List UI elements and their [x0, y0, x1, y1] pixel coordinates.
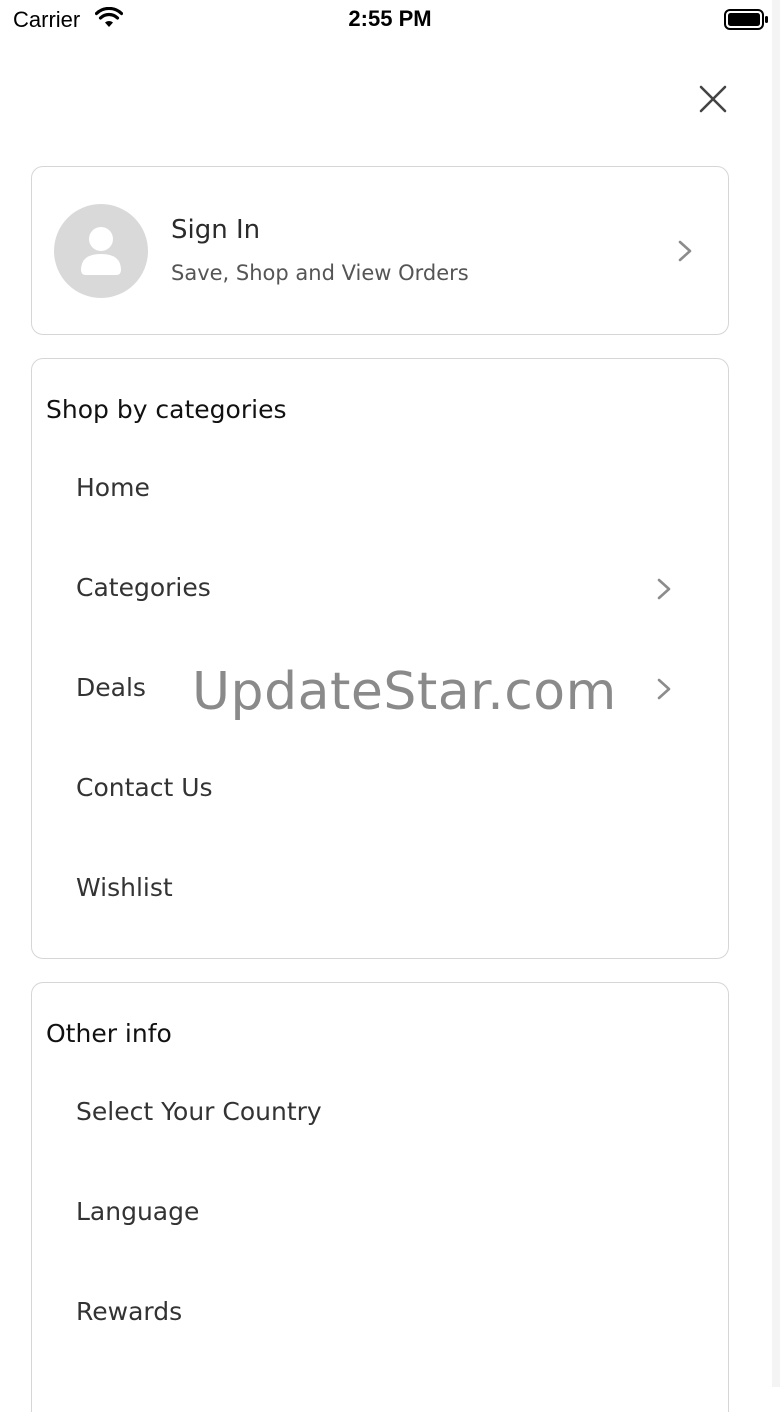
battery-icon — [724, 9, 770, 35]
menu-item-select-country[interactable]: Select Your Country — [32, 1083, 728, 1143]
menu-item-label: Select Your Country — [76, 1097, 322, 1126]
chevron-right-icon — [657, 578, 671, 600]
status-bar: Carrier 2:55 PM — [0, 0, 780, 40]
close-button[interactable] — [693, 79, 733, 119]
menu-item-label: Contact Us — [76, 773, 213, 802]
menu-item-home[interactable]: Home — [32, 459, 728, 519]
menu-item-label: Categories — [76, 573, 211, 602]
menu-item-language[interactable]: Language — [32, 1183, 728, 1243]
other-info-card: Other info Select Your Country Language … — [31, 982, 729, 1412]
menu-item-label: Deals — [76, 673, 146, 702]
watermark: UpdateStar.com — [192, 662, 617, 722]
chevron-right-icon — [678, 240, 692, 262]
menu-item-rewards[interactable]: Rewards — [32, 1283, 728, 1343]
menu-item-label: Language — [76, 1197, 200, 1226]
section-title-shop: Shop by categories — [46, 395, 287, 424]
status-time: 2:55 PM — [348, 6, 432, 31]
menu-item-label: Home — [76, 473, 150, 502]
section-title-other: Other info — [46, 1019, 172, 1048]
menu-item-contact-us[interactable]: Contact Us — [32, 759, 728, 819]
scroll-edge — [772, 0, 780, 1387]
shop-by-categories-card: Shop by categories Home Categories Deals… — [31, 358, 729, 959]
menu-item-label: Wishlist — [76, 873, 173, 902]
menu-item-label: Rewards — [76, 1297, 183, 1326]
menu-item-wishlist[interactable]: Wishlist — [32, 859, 728, 919]
chevron-right-icon — [657, 678, 671, 700]
sign-in-subtitle: Save, Shop and View Orders — [171, 261, 469, 285]
close-icon — [699, 85, 727, 113]
avatar-placeholder-icon — [54, 204, 148, 298]
menu-item-categories[interactable]: Categories — [32, 559, 728, 619]
sign-in-card[interactable]: Sign In Save, Shop and View Orders — [31, 166, 729, 335]
sign-in-title: Sign In — [171, 215, 261, 245]
